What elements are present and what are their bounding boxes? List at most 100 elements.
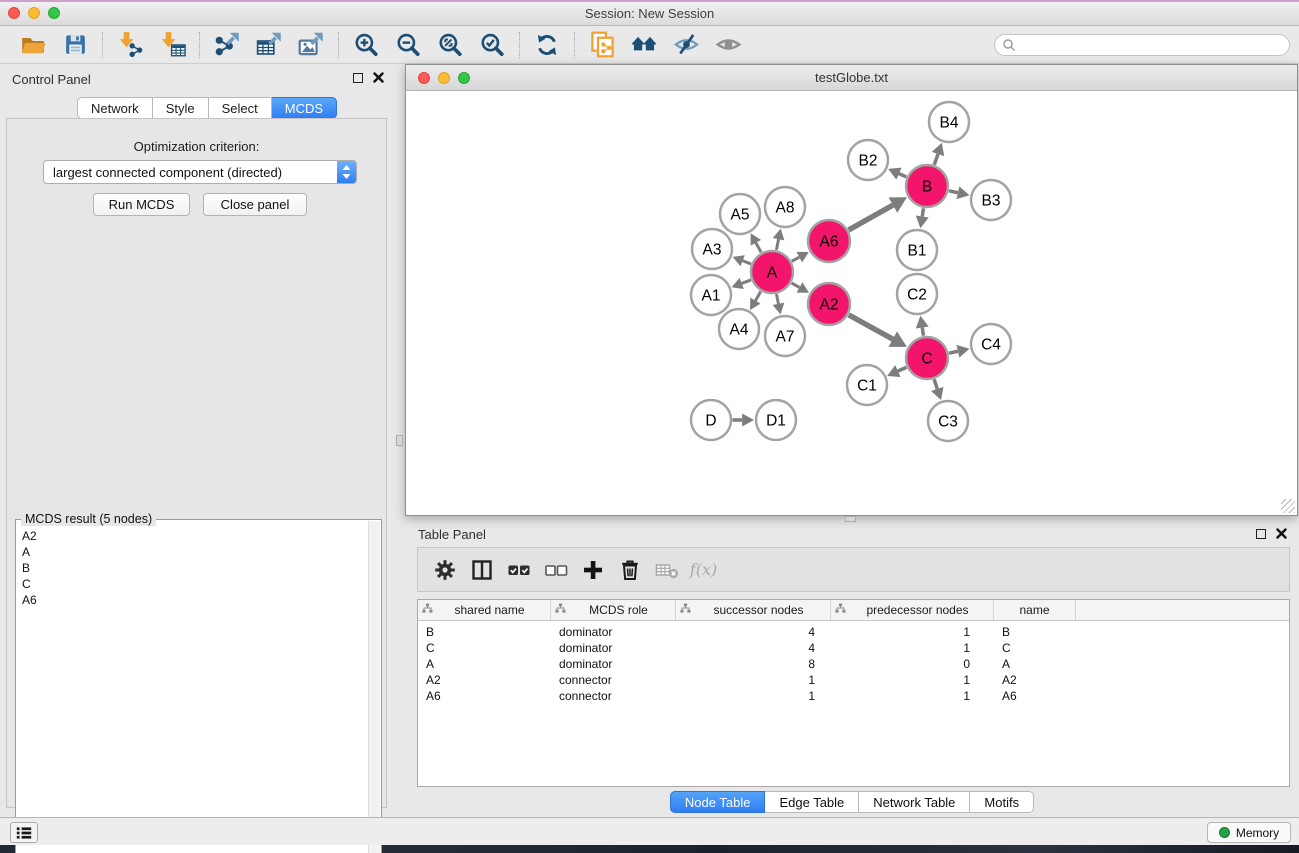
graph-edge[interactable] <box>849 315 893 339</box>
clone-network-icon[interactable] <box>587 31 617 59</box>
table-cell: connector <box>551 673 676 687</box>
float-panel-icon[interactable] <box>353 73 363 83</box>
add-icon[interactable] <box>579 555 606 585</box>
import-table-icon[interactable] <box>157 31 187 59</box>
graph-node-label: C2 <box>907 287 927 304</box>
table-body: Bdominator41BCdominator41CAdominator80AA… <box>418 621 1289 704</box>
task-history-button[interactable] <box>10 822 38 843</box>
tab-network[interactable]: Network <box>77 97 153 119</box>
network-zoom-button[interactable] <box>458 72 470 84</box>
export-table-icon[interactable] <box>254 31 284 59</box>
network-graph[interactable]: B4B2BB3A5A8A6B1A3AC2A1A2A4A7C4CC1C3DD1 <box>406 91 1297 515</box>
tab-motifs[interactable]: Motifs <box>970 791 1034 813</box>
graph-node-label: A5 <box>731 207 750 224</box>
memory-button[interactable]: Memory <box>1207 822 1291 843</box>
eye-icon[interactable] <box>713 31 743 59</box>
network-minimize-button[interactable] <box>438 72 450 84</box>
column-header[interactable]: successor nodes <box>676 600 831 620</box>
zoom-out-icon[interactable] <box>393 31 423 59</box>
tab-edge-table[interactable]: Edge Table <box>765 791 859 813</box>
graph-node-label: C4 <box>981 337 1001 354</box>
tab-select[interactable]: Select <box>209 97 272 119</box>
table-cell: 1 <box>831 641 994 655</box>
column-header[interactable]: shared name <box>418 600 551 620</box>
criterion-dropdown[interactable]: largest connected component (directed) <box>43 160 357 184</box>
table-row[interactable]: A2connector11A2 <box>418 672 1289 688</box>
resize-grip[interactable] <box>1281 499 1295 513</box>
graph-edge[interactable] <box>743 261 751 264</box>
save-session-icon[interactable] <box>60 31 90 59</box>
graph-edge[interactable] <box>776 239 778 250</box>
function-builder-icon: f(x) <box>690 555 717 585</box>
graph-edge[interactable] <box>922 327 923 335</box>
zoom-fit-icon[interactable] <box>435 31 465 59</box>
graph-edge[interactable] <box>934 379 937 389</box>
column-header[interactable]: predecessor nodes <box>831 600 994 620</box>
tab-network-table[interactable]: Network Table <box>859 791 970 813</box>
graph-edge[interactable] <box>792 257 800 261</box>
graph-edge[interactable] <box>756 243 761 253</box>
table-cell: A2 <box>994 673 1076 687</box>
export-network-icon[interactable] <box>212 31 242 59</box>
graph-node-label: B3 <box>982 193 1001 210</box>
open-file-icon[interactable] <box>18 31 48 59</box>
tab-mcds[interactable]: MCDS <box>272 97 337 119</box>
result-item[interactable]: A <box>22 544 37 560</box>
delete-icon[interactable] <box>616 555 643 585</box>
split-divider-handle[interactable] <box>396 435 403 446</box>
network-close-button[interactable] <box>418 72 430 84</box>
graph-edge[interactable] <box>934 154 938 165</box>
eye-slash-icon[interactable] <box>671 31 701 59</box>
graph-edge[interactable] <box>792 283 800 287</box>
close-window-button[interactable] <box>8 7 20 19</box>
table-cell: 1 <box>676 689 831 703</box>
result-item[interactable]: B <box>22 560 37 576</box>
graph-edge[interactable] <box>898 367 907 371</box>
zoom-selected-icon[interactable] <box>477 31 507 59</box>
zoom-in-icon[interactable] <box>351 31 381 59</box>
minimize-window-button[interactable] <box>28 7 40 19</box>
result-item[interactable]: A2 <box>22 528 37 544</box>
table-row[interactable]: Adominator80A <box>418 656 1289 672</box>
result-item[interactable]: C <box>22 576 37 592</box>
table-cell: A6 <box>994 689 1076 703</box>
graph-edge[interactable] <box>742 280 751 283</box>
float-table-panel-icon[interactable] <box>1256 529 1266 539</box>
network-canvas[interactable]: B4B2BB3A5A8A6B1A3AC2A1A2A4A7C4CC1C3DD1 <box>406 91 1297 515</box>
close-table-panel-icon[interactable] <box>1276 528 1287 539</box>
export-image-icon[interactable] <box>296 31 326 59</box>
refresh-icon[interactable] <box>532 31 562 59</box>
result-scrollbar[interactable] <box>368 521 380 853</box>
result-item[interactable]: A6 <box>22 592 37 608</box>
graph-node-label: B4 <box>940 115 959 132</box>
close-panel-button[interactable]: Close panel <box>203 193 307 216</box>
graph-edge[interactable] <box>755 291 760 300</box>
tree-icon <box>835 603 846 617</box>
run-mcds-button[interactable]: Run MCDS <box>93 193 190 216</box>
home-icon[interactable] <box>629 31 659 59</box>
column-header[interactable]: name <box>994 600 1076 620</box>
settings-icon[interactable] <box>431 555 458 585</box>
search-input[interactable] <box>1016 36 1289 54</box>
close-panel-icon[interactable] <box>373 72 384 83</box>
graph-edge-arrowhead <box>916 216 929 229</box>
graph-node-label: A <box>767 265 778 282</box>
mcds-result-title: MCDS result (5 nodes) <box>21 512 156 526</box>
graph-edge[interactable] <box>949 191 958 193</box>
import-network-icon[interactable] <box>115 31 145 59</box>
graph-edge[interactable] <box>922 208 923 216</box>
select-all-icon[interactable] <box>505 555 532 585</box>
zoom-window-button[interactable] <box>48 7 60 19</box>
graph-edge[interactable] <box>776 294 778 304</box>
column-header[interactable]: MCDS role <box>551 600 676 620</box>
tab-style[interactable]: Style <box>153 97 209 119</box>
table-row[interactable]: A6connector11A6 <box>418 688 1289 704</box>
deselect-all-icon[interactable] <box>542 555 569 585</box>
table-row[interactable]: Cdominator41C <box>418 640 1289 656</box>
graph-edge[interactable] <box>849 205 893 230</box>
graph-edge[interactable] <box>899 174 906 177</box>
column-view-icon[interactable] <box>468 555 495 585</box>
tab-node-table[interactable]: Node Table <box>670 791 766 813</box>
graph-edge[interactable] <box>949 351 958 353</box>
table-row[interactable]: Bdominator41B <box>418 624 1289 640</box>
